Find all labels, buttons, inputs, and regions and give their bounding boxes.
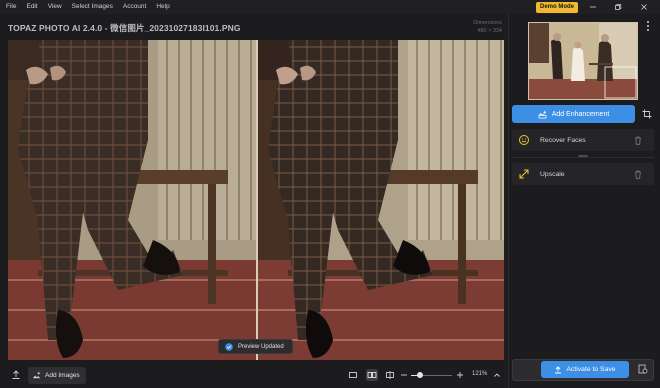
preview-updated-toast: Preview Updated <box>218 339 293 354</box>
zoom-out-icon[interactable] <box>399 370 409 380</box>
image-canvas[interactable] <box>8 40 504 360</box>
maximize-button[interactable] <box>608 0 628 14</box>
close-icon <box>641 4 647 10</box>
photo-enhanced <box>258 40 504 360</box>
upscale-card[interactable]: Upscale <box>512 163 654 185</box>
sparkle-add-icon <box>538 110 547 118</box>
upscale-arrow-icon <box>519 169 529 179</box>
menu-view[interactable]: View <box>43 0 67 14</box>
side-by-side-view-icon[interactable] <box>366 369 378 381</box>
activate-to-save-label: Activate to Save <box>566 366 616 373</box>
image-add-icon <box>32 371 41 379</box>
menu-file[interactable]: File <box>0 0 21 14</box>
dimensions-label: Dimensions <box>473 20 502 26</box>
more-options-icon[interactable] <box>644 20 652 32</box>
recover-faces-label: Recover Faces <box>540 136 586 144</box>
minimize-icon <box>590 6 596 8</box>
save-upload-icon <box>555 365 562 373</box>
navigator-thumbnail[interactable] <box>528 22 638 100</box>
add-images-label: Add Images <box>45 372 80 379</box>
zoom-slider-thumb[interactable] <box>417 372 423 378</box>
zoom-in-icon[interactable] <box>455 370 465 380</box>
recover-faces-card[interactable]: Recover Faces <box>512 129 654 151</box>
dimensions-readout: Dimensions 480 × 334 <box>473 19 502 35</box>
single-view-icon[interactable] <box>348 370 358 380</box>
thumbnail-photo <box>529 23 637 99</box>
menu-help[interactable]: Help <box>151 0 174 14</box>
trash-icon[interactable] <box>634 170 642 179</box>
activate-to-save-button[interactable]: Activate to Save <box>541 361 629 378</box>
minimize-button[interactable] <box>583 0 603 14</box>
add-enhancement-label: Add Enhancement <box>551 110 610 118</box>
add-images-button[interactable]: Add Images <box>28 367 86 384</box>
restore-icon <box>615 4 622 10</box>
add-enhancement-button[interactable]: Add Enhancement <box>512 105 635 123</box>
toast-text: Preview Updated <box>238 343 284 350</box>
comparison-divider-handle[interactable] <box>256 40 258 360</box>
close-button[interactable] <box>634 0 654 14</box>
split-view-icon[interactable] <box>385 370 395 380</box>
crop-icon[interactable] <box>642 109 652 119</box>
check-circle-icon <box>225 342 233 351</box>
chevron-up-icon[interactable] <box>492 370 502 380</box>
export-icon[interactable] <box>11 370 21 380</box>
smile-icon <box>519 135 529 145</box>
zoom-level[interactable]: 121% <box>472 371 487 377</box>
enhanced-preview <box>258 40 504 360</box>
dimensions-value: 480 × 334 <box>477 28 502 34</box>
section-separator <box>512 157 654 158</box>
original-preview <box>8 40 256 360</box>
menu-account[interactable]: Account <box>118 0 152 14</box>
export-settings-icon[interactable] <box>638 364 648 374</box>
file-title: TOPAZ PHOTO AI 2.4.0 - 微信图片_20231027183I… <box>8 23 241 33</box>
menu-edit[interactable]: Edit <box>21 0 42 14</box>
demo-mode-badge[interactable]: Demo Mode <box>536 2 579 13</box>
trash-icon[interactable] <box>634 136 642 145</box>
upscale-label: Upscale <box>540 170 565 178</box>
photo-original <box>8 40 256 360</box>
reorder-handle[interactable] <box>578 155 588 157</box>
menu-select-images[interactable]: Select Images <box>67 0 118 14</box>
